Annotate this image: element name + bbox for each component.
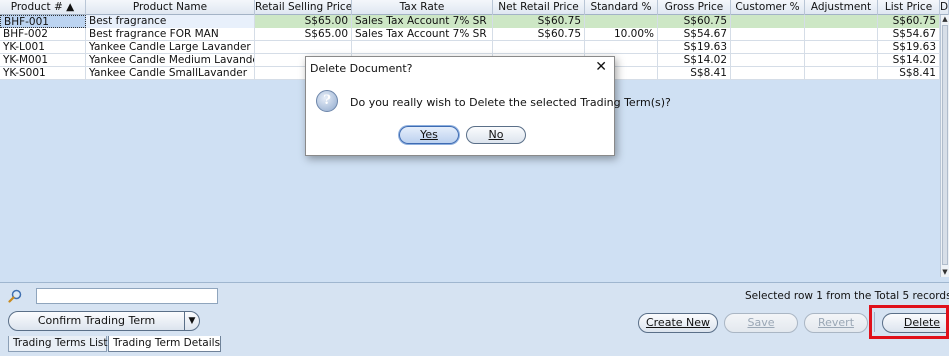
yes-button[interactable]: Yes	[399, 126, 459, 144]
cell-customer-pct[interactable]	[731, 15, 805, 28]
cell-product-name[interactable]: Best fragrance	[86, 15, 255, 28]
cell-net-retail-price[interactable]	[493, 41, 585, 54]
cell-list-price[interactable]: S$54.67	[878, 28, 940, 41]
cell-product-name[interactable]: Best fragrance FOR MAN	[86, 28, 255, 41]
cell-customer-pct[interactable]	[731, 54, 805, 67]
create-new-label: Create New	[645, 316, 711, 329]
cell-adjustment[interactable]	[805, 54, 878, 67]
cell-product-no[interactable]: YK-M001	[0, 54, 86, 67]
delete-confirm-dialog: Delete Document? ✕ ? Do you really wish …	[305, 56, 671, 156]
cell-adjustment[interactable]	[805, 28, 878, 41]
cell-retail-selling-price[interactable]: S$65.00	[255, 15, 352, 28]
cell-standard-pct[interactable]	[585, 15, 658, 28]
search-input[interactable]	[36, 288, 218, 304]
cell-net-retail-price[interactable]: S$60.75	[493, 28, 585, 41]
grid-header: Product # ▲ Product Name Retail Selling …	[0, 0, 949, 15]
col-header-net-retail-price[interactable]: Net Retail Price	[493, 0, 585, 15]
scroll-down-icon[interactable]: ▼	[941, 268, 949, 277]
yes-label: Yes	[420, 128, 438, 141]
col-header-product-no[interactable]: Product # ▲	[0, 0, 86, 15]
cell-net-retail-price[interactable]: S$60.75	[493, 15, 585, 28]
save-label: Save	[747, 316, 775, 329]
cell-customer-pct[interactable]	[731, 41, 805, 54]
col-header-standard-pct[interactable]: Standard %	[585, 0, 658, 15]
cell-list-price[interactable]: S$60.75	[878, 15, 940, 28]
col-header-list-price[interactable]: List Price	[878, 0, 940, 15]
confirm-dropdown-arrow[interactable]: ▼	[184, 311, 200, 331]
revert-button[interactable]: Revert	[804, 313, 868, 333]
tab-trading-term-details[interactable]: Trading Term Details	[108, 336, 221, 352]
cell-list-price[interactable]: S$19.63	[878, 41, 940, 54]
cell-product-no[interactable]: YK-S001	[0, 67, 86, 80]
cell-list-price[interactable]: S$8.41	[878, 67, 940, 80]
col-header-adjustment[interactable]: Adjustment	[805, 0, 878, 15]
table-row[interactable]: YK-L001 Yankee Candle Large Lavander S$1…	[0, 41, 949, 54]
cell-adjustment[interactable]	[805, 67, 878, 80]
confirm-trading-term-button[interactable]: Confirm Trading Term	[8, 311, 185, 331]
save-button[interactable]: Save	[724, 313, 798, 333]
no-button[interactable]: No	[466, 126, 526, 144]
cell-gross-price[interactable]: S$19.63	[658, 41, 731, 54]
create-new-button[interactable]: Create New	[638, 313, 718, 333]
cell-tax-rate[interactable]: Sales Tax Account 7% SR	[352, 15, 493, 28]
cell-gross-price[interactable]: S$14.02	[658, 54, 731, 67]
cell-list-price[interactable]: S$14.02	[878, 54, 940, 67]
cell-gross-price[interactable]: S$8.41	[658, 67, 731, 80]
cell-product-name[interactable]: Yankee Candle SmallLavander	[86, 67, 255, 80]
question-icon: ?	[316, 90, 338, 112]
dialog-message: Do you really wish to Delete the selecte…	[350, 96, 671, 109]
cell-product-no[interactable]: BHF-002	[0, 28, 86, 41]
cell-product-no[interactable]: BHF-001	[0, 15, 86, 28]
dialog-title: Delete Document?	[310, 62, 413, 75]
col-header-d[interactable]: D	[940, 0, 949, 15]
cell-product-name[interactable]: Yankee Candle Large Lavander	[86, 41, 255, 54]
col-header-customer-pct[interactable]: Customer %	[731, 0, 805, 15]
scroll-up-icon[interactable]: ▲	[941, 15, 949, 24]
cell-gross-price[interactable]: S$60.75	[658, 15, 731, 28]
cell-adjustment[interactable]	[805, 41, 878, 54]
col-header-gross-price[interactable]: Gross Price	[658, 0, 731, 15]
col-header-tax-rate[interactable]: Tax Rate	[352, 0, 493, 15]
col-header-product-name[interactable]: Product Name	[86, 0, 255, 15]
status-text: Selected row 1 from the Total 5 records	[745, 290, 949, 302]
search-icon[interactable]	[8, 289, 22, 303]
cell-standard-pct[interactable]: 10.00%	[585, 28, 658, 41]
close-icon[interactable]: ✕	[595, 60, 607, 74]
table-row[interactable]: BHF-002 Best fragrance FOR MAN S$65.00 S…	[0, 28, 949, 41]
cell-gross-price[interactable]: S$54.67	[658, 28, 731, 41]
cell-product-name[interactable]: Yankee Candle Medium Lavander	[86, 54, 255, 67]
cell-retail-selling-price[interactable]: S$65.00	[255, 28, 352, 41]
tab-trading-terms-list[interactable]: Trading Terms List	[8, 336, 107, 352]
scrollbar-thumb[interactable]	[942, 25, 948, 265]
no-label: No	[488, 128, 504, 141]
table-row[interactable]: BHF-001 Best fragrance S$65.00 Sales Tax…	[0, 15, 949, 28]
cell-retail-selling-price[interactable]	[255, 41, 352, 54]
delete-highlight-box	[869, 305, 949, 339]
chevron-down-icon: ▼	[188, 316, 196, 326]
cell-product-no[interactable]: YK-L001	[0, 41, 86, 54]
cell-customer-pct[interactable]	[731, 28, 805, 41]
col-header-retail-selling-price[interactable]: Retail Selling Price	[255, 0, 352, 15]
cell-adjustment[interactable]	[805, 15, 878, 28]
cell-tax-rate[interactable]	[352, 41, 493, 54]
cell-customer-pct[interactable]	[731, 67, 805, 80]
cell-standard-pct[interactable]	[585, 41, 658, 54]
grid-vertical-scrollbar[interactable]: ▲ ▼	[940, 15, 949, 277]
revert-label: Revert	[817, 316, 855, 329]
cell-tax-rate[interactable]: Sales Tax Account 7% SR	[352, 28, 493, 41]
